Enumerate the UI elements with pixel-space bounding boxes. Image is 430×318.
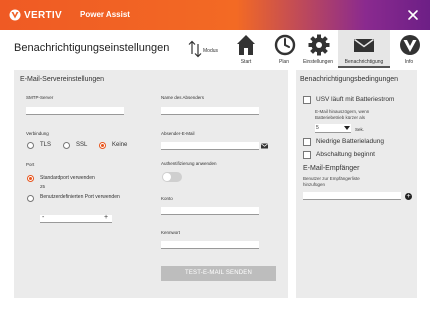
sender-email-input[interactable] bbox=[161, 142, 259, 150]
close-icon bbox=[408, 10, 418, 20]
nav-notifications[interactable]: Benachrichtigung bbox=[338, 30, 390, 68]
vertiv-badge-icon bbox=[400, 35, 420, 55]
nav-label: Plan bbox=[278, 59, 289, 65]
connection-label: Verbindung bbox=[26, 131, 49, 136]
nav-label: Benachrichtigung bbox=[344, 59, 384, 65]
recipients-title: E-Mail-Empfänger bbox=[303, 165, 360, 172]
logo-text: VERTIV bbox=[24, 9, 62, 21]
recipient-input[interactable] bbox=[303, 192, 401, 200]
nav-start[interactable]: Start bbox=[227, 30, 265, 68]
radio-tls-label: TLS bbox=[40, 142, 52, 148]
account-input[interactable] bbox=[161, 207, 259, 215]
nav-label: Info bbox=[404, 59, 414, 65]
radio-ssl-label: SSL bbox=[76, 142, 88, 148]
vertiv-logo-icon bbox=[9, 9, 21, 21]
radio-ssl[interactable] bbox=[63, 142, 70, 149]
default-port-label: Standardport verwenden bbox=[40, 175, 95, 181]
conditions-title: Benachrichtigungsbedingungen bbox=[300, 76, 399, 83]
password-input[interactable] bbox=[161, 241, 259, 249]
gear-icon bbox=[308, 34, 330, 56]
custom-port-label: Benutzerdefinierten Port verwenden bbox=[40, 194, 120, 200]
account-label: Konto bbox=[161, 196, 173, 201]
clock-icon bbox=[274, 34, 296, 56]
port-label: Port bbox=[26, 162, 35, 167]
smtp-input[interactable] bbox=[26, 107, 124, 115]
delay-value: 5 bbox=[316, 125, 319, 131]
mode-icon bbox=[188, 40, 202, 58]
envelope-small-icon bbox=[261, 143, 268, 149]
recipients-hint: Benutzer zur Empfängerliste hinzufügen bbox=[303, 176, 360, 187]
battery-note: E-Mail hinauszögern, wenn Batteriebetrie… bbox=[315, 109, 370, 120]
battery-label: USV läuft mit Batteriestrom bbox=[316, 96, 395, 103]
nav-label: Einstellungen bbox=[302, 59, 334, 65]
page-title: Benachrichtigungseinstellungen bbox=[14, 42, 170, 54]
nav-plan[interactable]: Plan bbox=[265, 30, 303, 68]
mode-button[interactable]: Modus bbox=[188, 40, 222, 66]
shutdown-label: Abschaltung beginnt bbox=[316, 151, 375, 158]
low-battery-label: Niedrige Batterieladung bbox=[316, 138, 384, 145]
close-button[interactable] bbox=[404, 8, 422, 22]
sender-name-input[interactable] bbox=[161, 107, 259, 115]
caret-down-icon bbox=[344, 126, 350, 130]
nav-info[interactable]: Info bbox=[390, 30, 428, 68]
radio-tls[interactable] bbox=[27, 142, 34, 149]
mode-label: Modus bbox=[203, 48, 219, 54]
delay-select[interactable]: 5 bbox=[315, 124, 351, 133]
radio-keine-label: Keine bbox=[112, 142, 128, 148]
app-name: Power Assist bbox=[80, 10, 130, 19]
nav-label: Start bbox=[240, 59, 252, 65]
vertiv-logo: VERTIV bbox=[9, 9, 62, 21]
send-test-email-button[interactable]: TEST-E-MAIL SENDEN bbox=[161, 266, 276, 281]
default-port-value: 25 bbox=[40, 184, 46, 189]
auth-label: Authentifizierung anwenden bbox=[161, 161, 217, 166]
radio-custom-port[interactable] bbox=[27, 195, 34, 202]
home-icon bbox=[237, 35, 255, 55]
delay-unit: Sek. bbox=[355, 127, 365, 132]
radio-default-port[interactable] bbox=[27, 175, 34, 182]
password-label: Kennwort bbox=[161, 230, 181, 235]
nav-settings[interactable]: Einstellungen bbox=[299, 30, 337, 68]
radio-keine[interactable] bbox=[99, 142, 106, 149]
header: Benachrichtigungseinstellungen Modus Sta… bbox=[0, 30, 430, 68]
title-bar: VERTIV Power Assist bbox=[0, 0, 430, 30]
auth-toggle[interactable] bbox=[162, 172, 182, 182]
add-recipient-button[interactable]: + bbox=[405, 193, 412, 200]
stepper-minus-button[interactable]: - bbox=[42, 214, 44, 221]
shutdown-checkbox[interactable] bbox=[303, 151, 311, 159]
email-server-title: E-Mail-Servereinstellungen bbox=[20, 76, 105, 83]
stepper-plus-button[interactable]: + bbox=[104, 214, 108, 221]
low-battery-checkbox[interactable] bbox=[303, 138, 311, 146]
port-stepper[interactable]: - + bbox=[40, 214, 112, 223]
battery-checkbox[interactable] bbox=[303, 96, 311, 104]
sender-name-label: Name des Absenders bbox=[161, 95, 205, 100]
envelope-icon bbox=[354, 38, 374, 52]
email-server-panel bbox=[14, 70, 288, 298]
smtp-label: SMTP-Server bbox=[26, 95, 54, 100]
sender-email-label: Absender-E-Mail bbox=[161, 131, 195, 136]
